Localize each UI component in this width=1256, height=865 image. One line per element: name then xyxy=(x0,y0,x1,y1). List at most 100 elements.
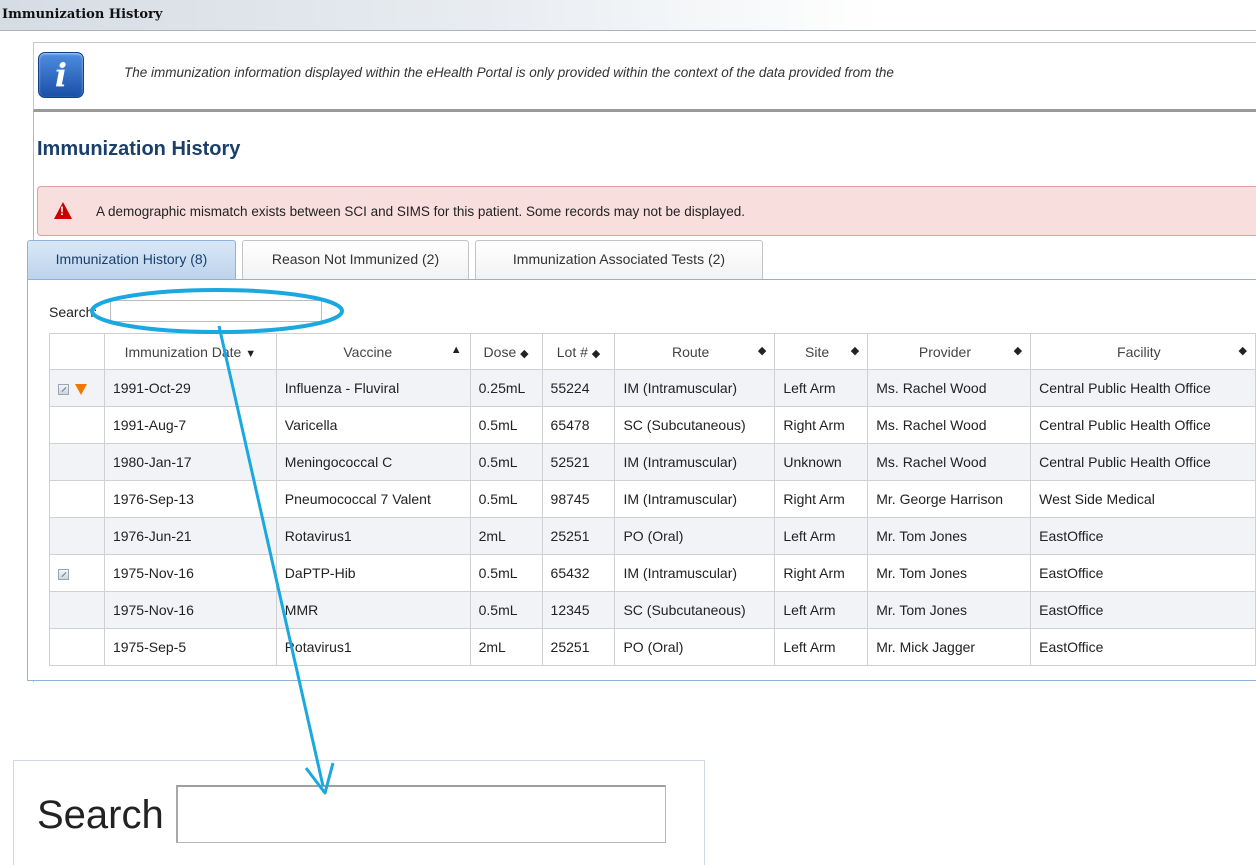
cell-provider: Ms. Rachel Wood xyxy=(867,369,1032,407)
warning-icon xyxy=(54,202,72,219)
alert-banner: A demographic mismatch exists between SC… xyxy=(37,186,1256,236)
column-header-vaccine[interactable]: Vaccine ▲ xyxy=(275,333,471,370)
flag-icon xyxy=(75,383,87,395)
tab-immunization-history[interactable]: Immunization History (8) xyxy=(27,240,236,279)
table-row[interactable]: 1975-Sep-5 Rotavirus1 2mL 25251 PO (Oral) Lef… xyxy=(49,628,1256,666)
column-label: Immunization Date xyxy=(124,343,242,360)
cell-route: SC (Subcutaneous) xyxy=(614,406,776,444)
cell-site: Left Arm xyxy=(774,517,869,555)
cell-route: IM (Intramuscular) xyxy=(614,480,776,518)
table-body: 1991-Oct-29 Influenza - Fluviral 0.25mL 552… xyxy=(49,369,1256,666)
page-title: Immunization History xyxy=(37,138,241,160)
cell-date: 1991-Aug-7 xyxy=(103,406,277,444)
column-header-lot[interactable]: Lot # ◆ xyxy=(541,333,616,370)
row-actions-cell xyxy=(49,443,105,481)
cell-provider: Mr. Mick Jagger xyxy=(867,628,1032,666)
cell-facility: EastOffice xyxy=(1030,628,1256,666)
cell-lot: 55224 xyxy=(541,369,616,407)
cell-site: Unknown xyxy=(774,443,869,481)
column-label: Provider xyxy=(918,343,972,360)
column-header-immunization-date[interactable]: Immunization Date ▼ xyxy=(103,333,277,370)
row-actions-cell xyxy=(49,517,105,555)
cell-vaccine: Rotavirus1 xyxy=(275,628,471,666)
cell-facility: Central Public Health Office xyxy=(1030,406,1256,444)
cell-site: Right Arm xyxy=(774,480,869,518)
column-header-route[interactable]: Route ◆ xyxy=(614,333,776,370)
tab-reason-not-immunized[interactable]: Reason Not Immunized (2) xyxy=(242,240,469,279)
column-header-dose[interactable]: Dose ◆ xyxy=(469,333,543,370)
zoom-search-input[interactable] xyxy=(176,785,666,843)
table-row[interactable]: 1975-Nov-16 DaPTP-Hib 0.5mL 65432 IM (Intram… xyxy=(49,554,1256,592)
row-actions-cell xyxy=(49,591,105,629)
column-header-facility[interactable]: Facility ◆ xyxy=(1030,333,1256,370)
column-header-actions xyxy=(49,333,105,370)
cell-dose: 0.25mL xyxy=(469,369,543,407)
column-header-provider[interactable]: Provider ◆ xyxy=(867,333,1032,370)
cell-dose: 0.5mL xyxy=(469,480,543,518)
column-label: Vaccine xyxy=(343,343,393,360)
cell-vaccine: DaPTP-Hib xyxy=(275,554,471,592)
column-label: Site xyxy=(805,343,830,360)
table-row[interactable]: 1975-Nov-16 MMR 0.5mL 12345 SC (Subcutaneous… xyxy=(49,591,1256,629)
cell-lot: 65478 xyxy=(541,406,616,444)
search-input[interactable] xyxy=(110,300,322,322)
cell-lot: 98745 xyxy=(541,480,616,518)
cell-facility: Central Public Health Office xyxy=(1030,369,1256,407)
cell-vaccine: Varicella xyxy=(275,406,471,444)
cell-dose: 2mL xyxy=(469,517,543,555)
edit-icon[interactable] xyxy=(58,568,69,580)
row-actions-cell xyxy=(49,406,105,444)
cell-provider: Mr. Tom Jones xyxy=(867,591,1032,629)
column-label: Route xyxy=(671,343,710,360)
cell-facility: EastOffice xyxy=(1030,554,1256,592)
cell-date: 1976-Jun-21 xyxy=(103,517,277,555)
table-row[interactable]: 1976-Sep-13 Pneumococcal 7 Valent 0.5mL 987… xyxy=(49,480,1256,518)
table-row[interactable]: 1976-Jun-21 Rotavirus1 2mL 25251 PO (Oral) Le… xyxy=(49,517,1256,555)
table-row[interactable]: 1991-Aug-7 Varicella 0.5mL 65478 SC (Subcuta… xyxy=(49,406,1256,444)
sort-icon: ◆ xyxy=(1238,344,1247,357)
column-label: Dose xyxy=(483,343,517,360)
cell-provider: Mr. Tom Jones xyxy=(867,517,1032,555)
info-icon: i xyxy=(38,52,84,98)
cell-provider: Ms. Rachel Wood xyxy=(867,406,1032,444)
info-text: The immunization information displayed w… xyxy=(124,65,894,80)
row-actions-cell xyxy=(49,628,105,666)
cell-facility: Central Public Health Office xyxy=(1030,443,1256,481)
row-actions-cell xyxy=(49,554,105,592)
column-header-site[interactable]: Site ◆ xyxy=(774,333,869,370)
search-zoom-callout: Search xyxy=(13,760,705,865)
cell-dose: 2mL xyxy=(469,628,543,666)
cell-dose: 0.5mL xyxy=(469,554,543,592)
cell-site: Left Arm xyxy=(774,369,869,407)
table-row[interactable]: 1991-Oct-29 Influenza - Fluviral 0.25mL 552… xyxy=(49,369,1256,407)
cell-provider: Ms. Rachel Wood xyxy=(867,443,1032,481)
cell-route: IM (Intramuscular) xyxy=(614,554,776,592)
cell-vaccine: Meningococcal C xyxy=(275,443,471,481)
cell-date: 1975-Nov-16 xyxy=(103,554,277,592)
cell-date: 1975-Nov-16 xyxy=(103,591,277,629)
sort-icon: ◆ xyxy=(520,347,529,360)
cell-site: Right Arm xyxy=(774,554,869,592)
cell-provider: Mr. Tom Jones xyxy=(867,554,1032,592)
cell-lot: 25251 xyxy=(541,628,616,666)
cell-vaccine: Influenza - Fluviral xyxy=(275,369,471,407)
cell-facility: EastOffice xyxy=(1030,591,1256,629)
cell-route: IM (Intramuscular) xyxy=(614,443,776,481)
alert-text: A demographic mismatch exists between SC… xyxy=(96,204,746,219)
table-row[interactable]: 1980-Jan-17 Meningococcal C 0.5mL 52521 IM (… xyxy=(49,443,1256,481)
cell-lot: 65432 xyxy=(541,554,616,592)
column-label: Lot # xyxy=(556,343,588,360)
cell-route: IM (Intramuscular) xyxy=(614,369,776,407)
cell-site: Right Arm xyxy=(774,406,869,444)
edit-icon[interactable] xyxy=(58,383,69,395)
cell-route: PO (Oral) xyxy=(614,628,776,666)
cell-lot: 12345 xyxy=(541,591,616,629)
cell-facility: EastOffice xyxy=(1030,517,1256,555)
sort-icon: ◆ xyxy=(757,344,767,357)
cell-dose: 0.5mL xyxy=(469,406,543,444)
cell-date: 1991-Oct-29 xyxy=(103,369,277,407)
sort-icon: ◆ xyxy=(1013,344,1023,357)
table-header-row: Immunization Date ▼ Vaccine ▲ Dose ◆ Lot… xyxy=(49,333,1256,370)
tab-immunization-associated-tests[interactable]: Immunization Associated Tests (2) xyxy=(475,240,763,279)
cell-facility: West Side Medical xyxy=(1030,480,1256,518)
